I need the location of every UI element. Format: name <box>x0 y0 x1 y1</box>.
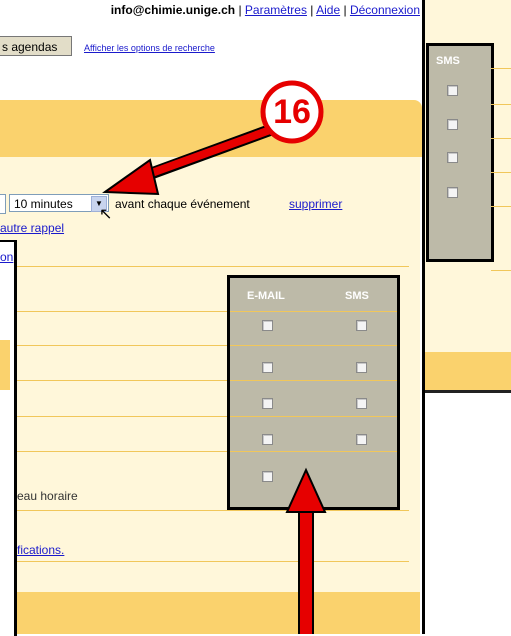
logout-link[interactable]: Déconnexion <box>350 3 420 17</box>
back-divider <box>491 172 511 173</box>
section-header <box>0 100 422 157</box>
sms-checkbox[interactable] <box>356 398 367 409</box>
user-email: info@chimie.unige.ch <box>110 3 236 17</box>
row-divider <box>17 451 229 452</box>
row-divider <box>17 416 229 417</box>
before-event-text: avant chaque événement <box>115 197 250 211</box>
email-column-header: E-MAIL <box>247 290 285 302</box>
email-checkbox[interactable] <box>262 320 273 331</box>
delete-reminder-link[interactable]: supprimer <box>289 197 342 211</box>
sms-checkbox[interactable] <box>356 320 367 331</box>
add-reminder-link[interactable]: autre rappel <box>0 221 64 235</box>
settings-link[interactable]: Paramètres <box>245 3 307 17</box>
top-bar: info@chimie.unige.ch | Paramètres | Aide… <box>0 0 422 20</box>
back-sms-checkbox[interactable] <box>447 85 458 96</box>
separator: | <box>310 3 314 17</box>
overlay-window-yellow <box>0 340 10 390</box>
panel-divider <box>230 451 397 452</box>
help-link[interactable]: Aide <box>316 3 340 17</box>
sms-checkbox[interactable] <box>356 362 367 373</box>
footer-band <box>17 592 420 634</box>
row-divider <box>17 311 229 312</box>
back-sms-panel <box>426 43 494 262</box>
reminder-time-select[interactable]: 10 minutes ▼ <box>9 194 109 212</box>
cursor-icon: ↖ <box>99 206 113 223</box>
row-divider <box>17 266 409 267</box>
panel-divider <box>230 380 397 381</box>
top-bar-text: info@chimie.unige.ch | Paramètres | Aide… <box>111 3 420 17</box>
email-checkbox[interactable] <box>262 398 273 409</box>
back-sms-checkbox[interactable] <box>447 187 458 198</box>
back-divider <box>491 206 511 207</box>
search-options-link[interactable]: Afficher les options de recherche <box>84 43 215 53</box>
time-slot-text: eau horaire <box>17 489 78 503</box>
back-sms-header: SMS <box>436 55 460 67</box>
back-divider <box>491 68 511 69</box>
back-divider <box>491 104 511 105</box>
back-divider <box>491 270 511 271</box>
back-sms-checkbox[interactable] <box>447 152 458 163</box>
overlay-window <box>0 240 17 636</box>
back-window-bottom-bar <box>420 352 511 390</box>
email-checkbox[interactable] <box>262 471 273 482</box>
panel-divider <box>230 416 397 417</box>
row-divider <box>17 561 409 562</box>
overlay-partial-link[interactable]: on <box>0 250 13 264</box>
email-checkbox[interactable] <box>262 362 273 373</box>
agendas-button[interactable]: s agendas <box>0 36 72 56</box>
notifications-link[interactable]: fications. <box>17 543 64 557</box>
back-sms-checkbox[interactable] <box>447 119 458 130</box>
step-number: 16 <box>273 93 311 131</box>
row-divider <box>17 380 229 381</box>
reminder-time-value: 10 minutes <box>14 197 73 211</box>
separator: | <box>238 3 242 17</box>
back-divider <box>491 138 511 139</box>
reminder-type-select-edge[interactable] <box>0 194 6 214</box>
panel-divider <box>230 345 397 346</box>
separator: | <box>343 3 347 17</box>
row-divider <box>17 345 229 346</box>
sms-checkbox[interactable] <box>356 434 367 445</box>
sms-column-header: SMS <box>345 290 369 302</box>
email-checkbox[interactable] <box>262 434 273 445</box>
panel-divider <box>230 311 397 312</box>
row-divider <box>17 510 409 511</box>
